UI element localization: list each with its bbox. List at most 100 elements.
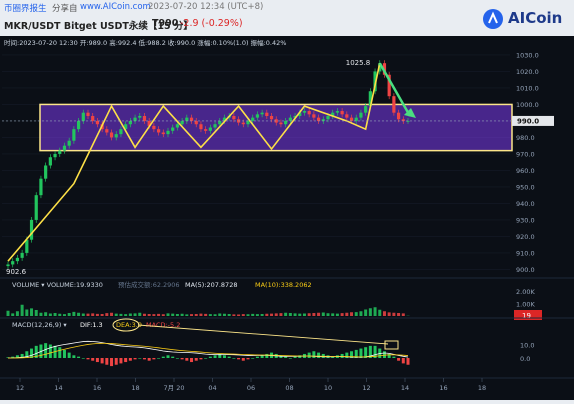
volume-bar — [35, 310, 38, 316]
candle-body — [133, 118, 136, 121]
price-tick-label: 1010.0 — [516, 84, 539, 92]
volume-bar — [364, 310, 367, 317]
macd-bar — [63, 350, 66, 358]
time-axis: 121416187月 200406081012141618 — [16, 378, 486, 392]
macd-bar — [284, 357, 287, 358]
macd-bar — [101, 358, 104, 363]
volume-bar — [199, 314, 202, 316]
time-tick-label: 16 — [93, 384, 101, 392]
header-bar: 币圈界报生 分享自 www.AICoin.com 2023-07-20 12:3… — [0, 0, 574, 36]
candle-body — [303, 111, 306, 113]
candle-body — [345, 114, 348, 117]
candle-body — [63, 146, 66, 151]
macd-bar — [407, 358, 410, 365]
share-from: 分享自 — [52, 2, 78, 14]
volume-bar — [185, 314, 188, 316]
time-tick-label: 08 — [285, 384, 293, 392]
volume-bar — [148, 314, 151, 316]
volume-bar — [218, 314, 221, 317]
candle-body — [199, 124, 202, 129]
candle-body — [265, 113, 268, 116]
macd-bar — [110, 358, 113, 366]
macd-bar — [265, 354, 268, 358]
macd-params[interactable]: MACD(12,26,9) ▾ — [12, 321, 67, 329]
macd-bar — [162, 357, 165, 358]
volume-bar — [214, 314, 217, 316]
volume-ma10: MA(10):338.2062 — [255, 281, 312, 289]
macd-bar — [148, 358, 151, 361]
volume-bar — [331, 313, 334, 316]
price-change: -2.9 (-0.29%) — [180, 18, 243, 29]
candle-body — [355, 118, 358, 121]
high-label: 1025.8 — [346, 59, 371, 67]
candle-body — [53, 154, 56, 157]
macd-bar — [143, 358, 146, 359]
candle-body — [30, 220, 33, 240]
volume-bar — [54, 313, 57, 316]
macd-bar — [134, 358, 137, 359]
candle-body — [246, 121, 249, 124]
macd-bar — [247, 358, 250, 359]
macd-bar — [261, 355, 264, 358]
volume-bar — [63, 314, 66, 316]
macd-bar — [49, 345, 52, 359]
volume-bar — [341, 313, 344, 316]
price-tick-label: 950.0 — [516, 183, 535, 191]
candle-body — [72, 129, 75, 141]
volume-bar — [237, 315, 240, 317]
chart-area[interactable]: 时间:2023-07-20 12:30 开:989.0 高:992.4 低:98… — [0, 36, 574, 400]
macd-dif: DIF:1.3 — [80, 321, 103, 329]
price-tick-label: 1000.0 — [516, 101, 539, 109]
time-tick-label: 18 — [131, 384, 139, 392]
time-tick-label: 04 — [208, 384, 216, 392]
candle-body — [213, 124, 216, 127]
macd-bar — [68, 353, 71, 358]
volume-bar — [317, 313, 320, 316]
current-price-tag-text: 990.0 — [517, 117, 539, 125]
volume-bar — [279, 313, 282, 316]
volume-bar — [195, 314, 198, 316]
volume-bar — [11, 313, 14, 316]
volume-bar — [327, 313, 330, 316]
volume-bar — [223, 314, 226, 316]
macd-bar — [58, 347, 61, 358]
volume-bar — [265, 314, 268, 316]
macd-bar — [199, 358, 202, 359]
volume-bar — [312, 313, 315, 316]
candle-body — [242, 123, 245, 125]
share-url[interactable]: www.AICoin.com — [80, 2, 151, 12]
macd-bar — [96, 358, 99, 362]
volume-bar — [58, 314, 61, 316]
candle-body — [251, 118, 254, 121]
volume-bar — [138, 313, 141, 316]
volume-bar — [284, 313, 287, 316]
macd-bar — [383, 351, 386, 358]
volume-bar — [256, 314, 259, 316]
volume-label[interactable]: VOLUME ▾ VOLUME:19.9330 — [12, 281, 103, 289]
volume-bar — [289, 313, 292, 316]
macd-bar — [204, 358, 207, 359]
volume-bar — [383, 311, 386, 316]
volume-bar — [143, 314, 146, 316]
candle-body — [195, 121, 198, 124]
candle-body — [336, 111, 339, 113]
candle-body — [6, 264, 9, 266]
price-tick-label: 910.0 — [516, 249, 535, 257]
grid — [2, 55, 510, 269]
zigzag-line — [8, 63, 380, 261]
macd-bar — [171, 357, 174, 358]
volume-bar — [345, 313, 348, 316]
candlestick-chart[interactable]: 时间:2023-07-20 12:30 开:989.0 高:992.4 低:98… — [0, 36, 574, 400]
macd-bar — [167, 355, 170, 358]
volume-axis: 2.00K1.00K — [516, 288, 535, 309]
price-tick-label: 980.0 — [516, 134, 535, 142]
price-tick-label: 920.0 — [516, 233, 535, 241]
macd-bar — [209, 357, 212, 358]
volume-bar — [204, 314, 207, 316]
macd-bar — [256, 357, 259, 358]
volume-bar — [242, 314, 245, 316]
volume-bar — [157, 314, 160, 316]
macd-bar — [341, 354, 344, 358]
price-tick-label: 1020.0 — [516, 68, 539, 76]
candle-body — [289, 118, 292, 121]
